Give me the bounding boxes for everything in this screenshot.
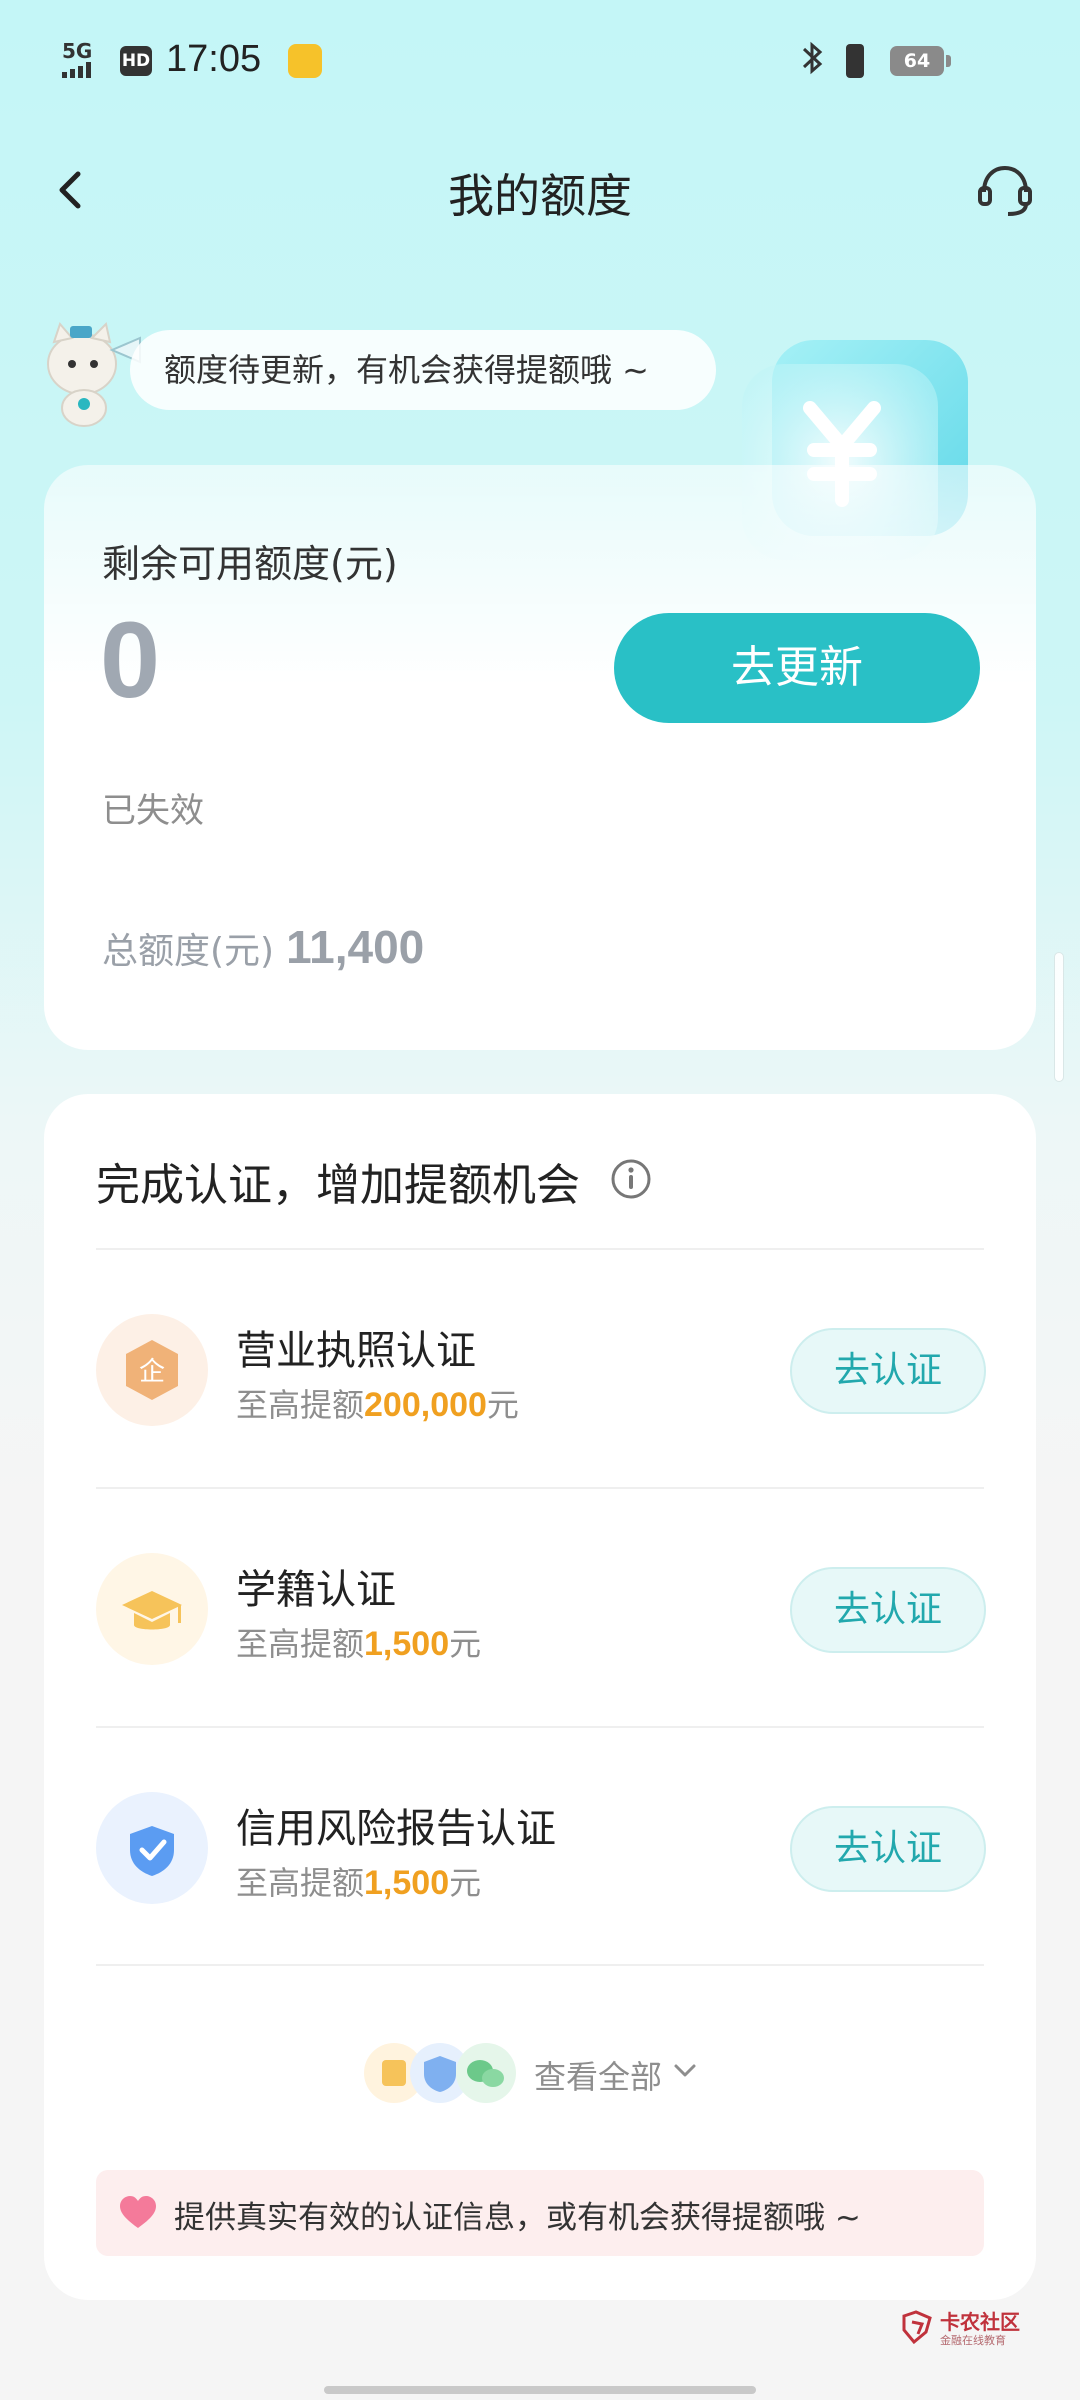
credit-limit-card: 剩余可用额度(元) 0 去更新 已失效 总额度(元) 11,400 bbox=[44, 465, 1036, 1050]
signal-icon bbox=[62, 62, 91, 78]
status-bar: 5G HD 17:05 64 bbox=[0, 0, 1080, 120]
app-notification-icon bbox=[288, 44, 322, 78]
category-icons bbox=[360, 2038, 530, 2108]
desc-amount: 1,500 bbox=[364, 1864, 450, 1902]
update-limit-button[interactable]: 去更新 bbox=[614, 613, 980, 723]
page-title: 我的额度 bbox=[448, 169, 632, 223]
watermark-title: 卡农社区 bbox=[940, 2310, 1020, 2334]
shield-check-icon bbox=[96, 1792, 208, 1904]
info-icon[interactable] bbox=[610, 1158, 652, 1200]
headset-icon bbox=[978, 165, 1032, 216]
desc-prefix: 至高提额 bbox=[236, 1386, 365, 1424]
available-limit-label: 剩余可用额度(元) bbox=[102, 542, 398, 586]
view-all-label: 查看全部 bbox=[534, 2058, 663, 2096]
item-name: 学籍认证 bbox=[236, 1567, 396, 1613]
item-name: 营业执照认证 bbox=[236, 1328, 476, 1374]
item-desc: 至高提额1,500元 bbox=[236, 1858, 481, 1904]
scrollbar[interactable] bbox=[1054, 952, 1064, 1082]
list-item-business-license[interactable]: 企 营业执照认证 至高提额200,000元 去认证 bbox=[96, 1250, 986, 1488]
item-name: 信用风险报告认证 bbox=[236, 1806, 556, 1852]
desc-suffix: 元 bbox=[449, 1625, 482, 1663]
item-desc: 至高提额200,000元 bbox=[236, 1380, 519, 1426]
graduation-cap-icon bbox=[96, 1553, 208, 1665]
hd-badge: HD bbox=[120, 46, 152, 76]
desc-prefix: 至高提额 bbox=[236, 1625, 365, 1663]
total-limit: 总额度(元) 11,400 bbox=[102, 920, 424, 974]
watermark-logo: 卡农社区 金融在线教育 bbox=[900, 2306, 1030, 2356]
desc-prefix: 至高提额 bbox=[236, 1864, 365, 1902]
watermark-icon bbox=[900, 2310, 934, 2345]
divider bbox=[96, 1964, 984, 1966]
vibrate-icon bbox=[846, 44, 864, 78]
view-all-link[interactable]: 查看全部 bbox=[44, 2032, 1036, 2112]
available-limit-amount: 0 bbox=[100, 599, 161, 720]
verify-button[interactable]: 去认证 bbox=[790, 1328, 986, 1414]
desc-suffix: 元 bbox=[449, 1864, 482, 1902]
network-label: 5G bbox=[62, 39, 93, 63]
verify-button[interactable]: 去认证 bbox=[790, 1806, 986, 1892]
home-indicator[interactable] bbox=[324, 2386, 756, 2394]
quota-tip-bubble: 额度待更新，有机会获得提额哦 ~ bbox=[130, 330, 716, 410]
desc-suffix: 元 bbox=[486, 1386, 519, 1424]
battery-indicator: 64 bbox=[890, 46, 951, 76]
total-limit-value: 11,400 bbox=[286, 921, 425, 973]
list-item-student-status[interactable]: 学籍认证 至高提额1,500元 去认证 bbox=[96, 1489, 986, 1727]
limit-status-text: 已失效 bbox=[102, 791, 204, 831]
network-indicator: 5G bbox=[62, 39, 106, 78]
verification-card: 完成认证，增加提额机会 企 营业执照认证 至高提额200,000元 去认证 学籍… bbox=[44, 1094, 1036, 2300]
verification-title: 完成认证，增加提额机会 bbox=[96, 1160, 580, 1211]
list-item-credit-risk-report[interactable]: 信用风险报告认证 至高提额1,500元 去认证 bbox=[96, 1728, 986, 1966]
item-desc: 至高提额1,500元 bbox=[236, 1619, 481, 1665]
chevron-down-icon bbox=[670, 2056, 700, 2086]
customer-service-button[interactable] bbox=[976, 160, 1034, 220]
desc-amount: 1,500 bbox=[364, 1625, 450, 1663]
notice-text: 提供真实有效的认证信息，或有机会获得提额哦 ~ bbox=[174, 2200, 861, 2236]
business-license-icon: 企 bbox=[96, 1314, 208, 1426]
notice-banner: 提供真实有效的认证信息，或有机会获得提额哦 ~ bbox=[96, 2170, 984, 2256]
watermark-subtitle: 金融在线教育 bbox=[940, 2334, 1006, 2347]
svg-text:企: 企 bbox=[139, 1357, 165, 1387]
verify-button[interactable]: 去认证 bbox=[790, 1567, 986, 1653]
desc-amount: 200,000 bbox=[364, 1386, 487, 1424]
bluetooth-icon bbox=[798, 40, 828, 84]
total-limit-label: 总额度(元) bbox=[102, 931, 275, 972]
status-time: 17:05 bbox=[166, 38, 262, 80]
heart-icon bbox=[118, 2194, 158, 2232]
